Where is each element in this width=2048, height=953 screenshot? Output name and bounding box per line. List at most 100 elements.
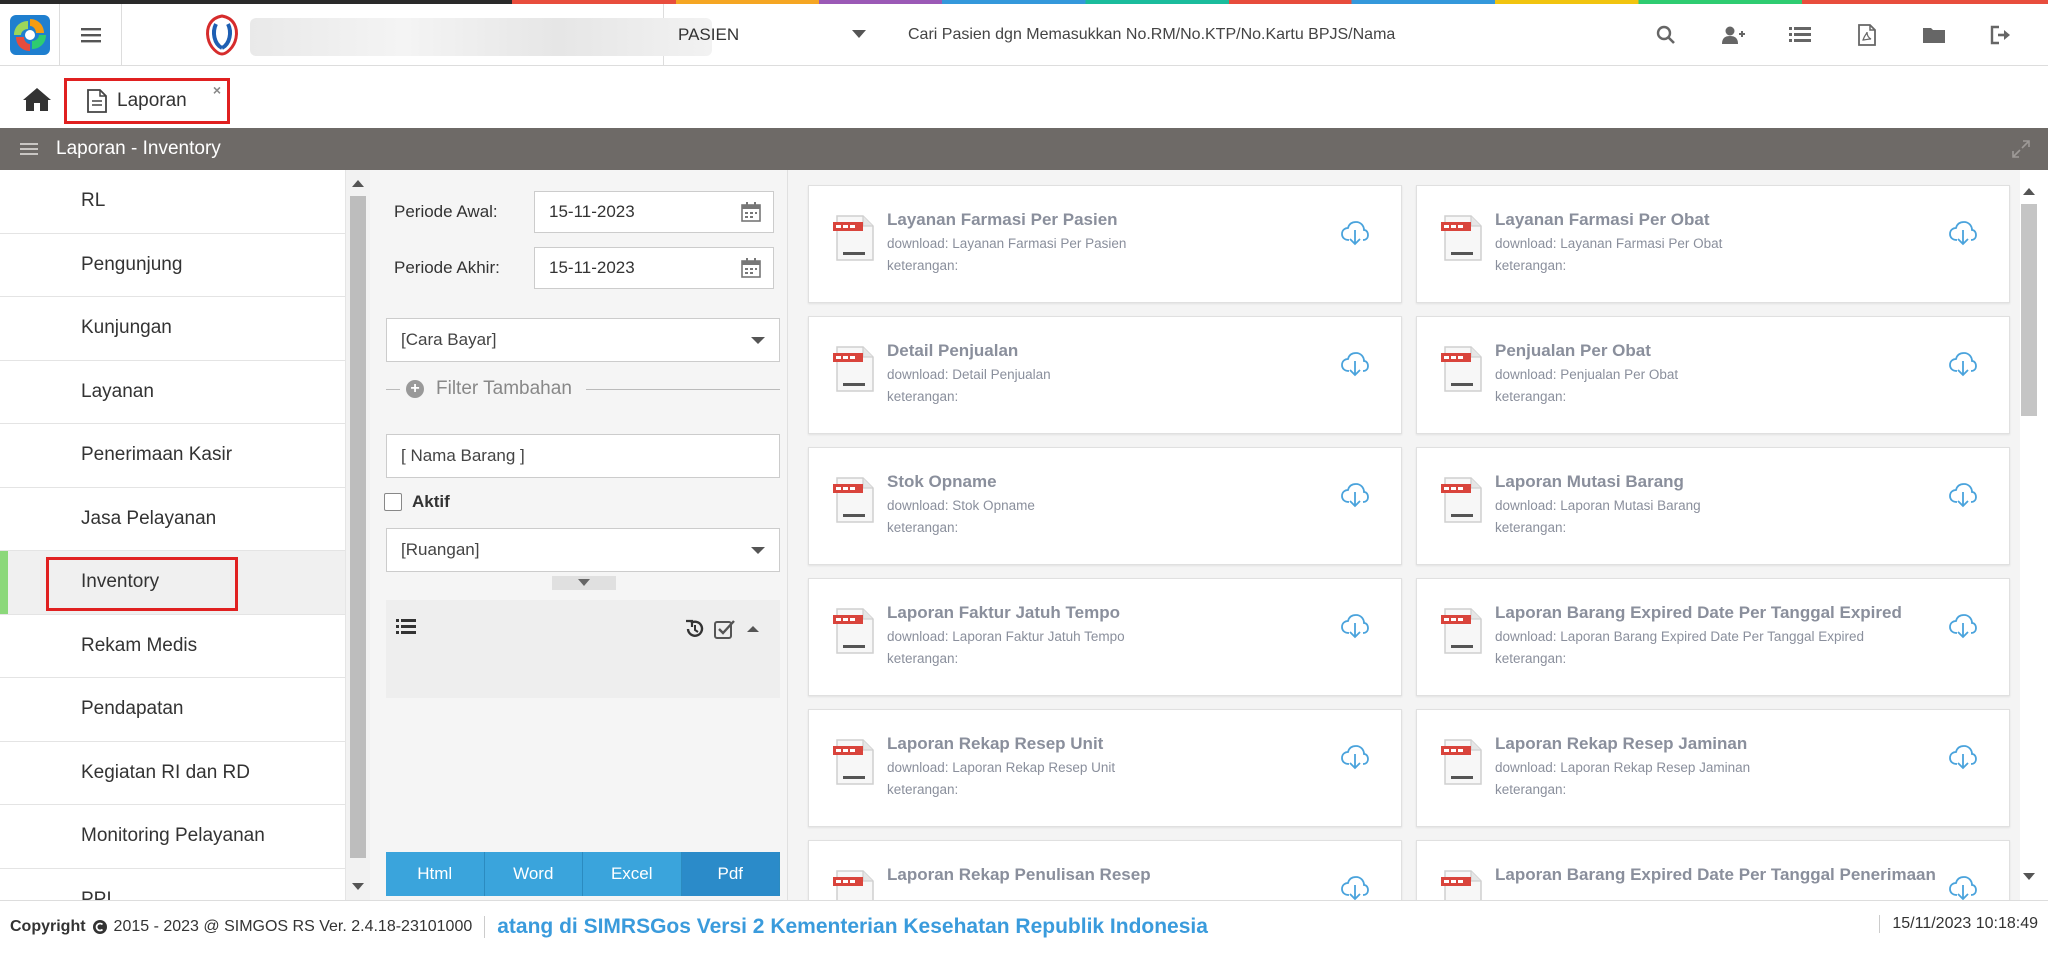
export-excel-button[interactable]: Excel <box>583 852 682 896</box>
report-title[interactable]: Laporan Barang Expired Date Per Tanggal … <box>1495 603 1902 623</box>
cloud-download-icon[interactable] <box>1341 875 1369 900</box>
report-card[interactable]: Penjualan Per Obat download: Penjualan Pe… <box>1416 316 2010 434</box>
nav-item-rekam-medis[interactable]: Rekam Medis <box>0 615 345 678</box>
plus-circle-icon[interactable]: + <box>406 380 424 398</box>
report-title[interactable]: Laporan Rekap Resep Jaminan <box>1495 734 1747 754</box>
cloud-download-icon[interactable] <box>1949 875 1977 900</box>
history-icon[interactable] <box>684 618 706 640</box>
check-square-icon[interactable] <box>714 618 736 640</box>
report-card[interactable]: Laporan Faktur Jatuh Tempo download: Lapo… <box>808 578 1402 696</box>
menu-toggle-button[interactable] <box>60 4 122 66</box>
cara-bayar-select[interactable]: [Cara Bayar] <box>386 318 780 362</box>
calendar-icon[interactable] <box>741 258 761 278</box>
nav-scrollbar[interactable] <box>346 170 370 900</box>
search-icon <box>1656 25 1675 44</box>
list-button[interactable] <box>1766 26 1833 44</box>
report-scrollbar[interactable] <box>2020 180 2038 892</box>
collapse-filter-button[interactable] <box>552 576 616 590</box>
report-title[interactable]: Layanan Farmasi Per Pasien <box>887 210 1118 230</box>
nav-item-jasa-pelayanan[interactable]: Jasa Pelayanan <box>0 488 345 551</box>
report-title[interactable]: Stok Opname <box>887 472 997 492</box>
cara-bayar-value: [Cara Bayar] <box>401 330 497 349</box>
nav-item-ppi[interactable]: PPI <box>0 869 345 900</box>
report-title[interactable]: Laporan Rekap Resep Unit <box>887 734 1103 754</box>
nav-item-pendapatan[interactable]: Pendapatan <box>0 678 345 742</box>
report-card[interactable]: Laporan Rekap Penulisan Resep <box>808 840 1402 900</box>
report-card[interactable]: Laporan Barang Expired Date Per Tanggal … <box>1416 578 2010 696</box>
report-card[interactable]: Laporan Mutasi Barang download: Laporan M… <box>1416 447 2010 565</box>
aktif-checkbox-row[interactable]: Aktif <box>384 492 450 512</box>
app-logo[interactable] <box>0 4 60 66</box>
cloud-download-icon[interactable] <box>1341 220 1369 251</box>
report-title[interactable]: Laporan Faktur Jatuh Tempo <box>887 603 1120 623</box>
nav-item-penerimaan-kasir[interactable]: Penerimaan Kasir <box>0 424 345 488</box>
cloud-download-icon[interactable] <box>1341 744 1369 775</box>
scroll-down-icon[interactable] <box>352 883 364 890</box>
ruangan-select[interactable]: [Ruangan] <box>386 528 780 572</box>
nav-item-inventory[interactable]: Inventory <box>0 551 345 615</box>
export-word-button[interactable]: Word <box>484 852 583 896</box>
export-pdf-button[interactable]: Pdf <box>681 852 780 896</box>
folder-button[interactable] <box>1900 26 1967 44</box>
filter-tambahan-toggle[interactable]: + Filter Tambahan <box>386 374 780 404</box>
periode-awal-input[interactable]: 15-11-2023 <box>534 191 774 233</box>
nama-barang-input[interactable]: [ Nama Barang ] <box>386 434 780 478</box>
cloud-download-icon[interactable] <box>1949 482 1977 513</box>
report-title[interactable]: Layanan Farmasi Per Obat <box>1495 210 1709 230</box>
export-html-button[interactable]: Html <box>386 852 485 896</box>
nav-item-rl[interactable]: RL <box>0 170 345 234</box>
nav-item-pengunjung[interactable]: Pengunjung <box>0 234 345 297</box>
report-card[interactable]: Stok Opname download: Stok Opname keterang… <box>808 447 1402 565</box>
report-download-text: download: Penjualan Per Obat <box>1495 367 1679 382</box>
scroll-thumb[interactable] <box>2021 204 2037 416</box>
report-title[interactable]: Laporan Barang Expired Date Per Tanggal … <box>1495 865 1936 885</box>
add-patient-button[interactable] <box>1699 25 1766 45</box>
patient-search-input[interactable]: Cari Pasien dgn Memasukkan No.RM/No.KTP/… <box>908 4 1395 66</box>
close-tab-icon[interactable]: × <box>213 82 221 98</box>
nav-item-kegiatan-ri-rd[interactable]: Kegiatan RI dan RD <box>0 742 345 805</box>
nav-item-kunjungan[interactable]: Kunjungan <box>0 297 345 361</box>
report-card[interactable]: Layanan Farmasi Per Pasien download: Laya… <box>808 185 1402 303</box>
cloud-download-icon[interactable] <box>1949 351 1977 382</box>
nav-item-monitoring-pelayanan[interactable]: Monitoring Pelayanan <box>0 805 345 869</box>
scroll-down-icon[interactable] <box>2023 873 2035 880</box>
cloud-download-icon[interactable] <box>1341 482 1369 513</box>
cloud-download-icon[interactable] <box>1949 220 1977 251</box>
pdf-button[interactable] <box>1833 24 1900 46</box>
list-icon[interactable] <box>396 618 416 636</box>
cloud-download-icon[interactable] <box>1341 351 1369 382</box>
hamburger-icon[interactable] <box>20 142 38 156</box>
logout-button[interactable] <box>1967 25 2034 45</box>
report-card[interactable]: Detail Penjualan download: Detail Penjual… <box>808 316 1402 434</box>
search-button[interactable] <box>1632 25 1699 45</box>
patient-type-select[interactable]: PASIEN <box>664 4 886 66</box>
home-button[interactable] <box>22 86 52 117</box>
report-title[interactable]: Detail Penjualan <box>887 341 1018 361</box>
chevron-up-icon[interactable] <box>744 620 762 638</box>
report-card[interactable]: Laporan Rekap Resep Jaminan download: Lap… <box>1416 709 2010 827</box>
expand-icon[interactable] <box>2012 140 2030 158</box>
report-title[interactable]: Penjualan Per Obat <box>1495 341 1651 361</box>
nav-item-layanan[interactable]: Layanan <box>0 361 345 424</box>
report-card[interactable]: Laporan Rekap Resep Unit download: Lapora… <box>808 709 1402 827</box>
report-document-icon <box>1441 212 1483 267</box>
report-download-text: download: Stok Opname <box>887 498 1035 513</box>
folder-icon <box>1922 28 1945 43</box>
report-title[interactable]: Laporan Rekap Penulisan Resep <box>887 865 1151 885</box>
divider <box>585 388 780 390</box>
report-card[interactable]: Layanan Farmasi Per Obat download: Layana… <box>1416 185 2010 303</box>
scroll-up-icon[interactable] <box>2023 188 2035 195</box>
scroll-up-icon[interactable] <box>352 180 364 187</box>
cloud-download-icon[interactable] <box>1341 613 1369 644</box>
hospital-logo-icon <box>206 14 238 56</box>
cloud-download-icon[interactable] <box>1949 613 1977 644</box>
aktif-checkbox[interactable] <box>384 493 402 511</box>
calendar-icon[interactable] <box>741 202 761 222</box>
cloud-download-icon[interactable] <box>1949 744 1977 775</box>
periode-akhir-input[interactable]: 15-11-2023 <box>534 247 774 289</box>
report-title[interactable]: Laporan Mutasi Barang <box>1495 472 1684 492</box>
divider <box>386 388 400 390</box>
report-card[interactable]: Laporan Barang Expired Date Per Tanggal … <box>1416 840 2010 900</box>
tab-laporan[interactable]: Laporan × <box>64 78 230 124</box>
scroll-thumb[interactable] <box>350 196 366 858</box>
